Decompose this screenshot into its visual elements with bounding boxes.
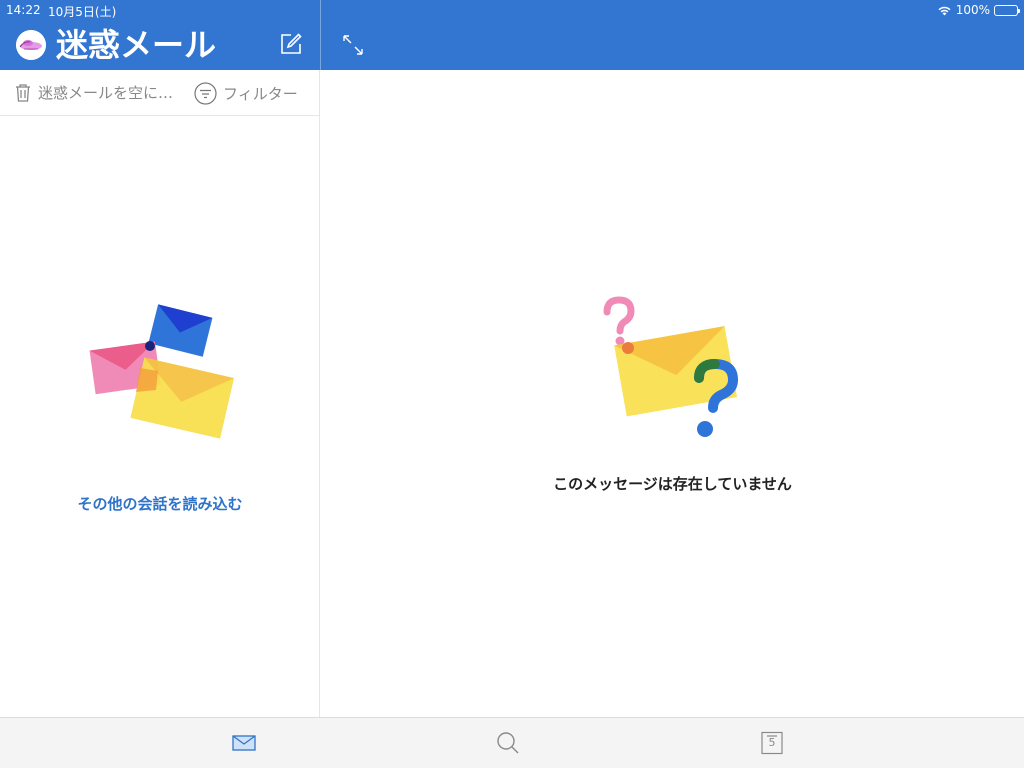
tab-bar: 5	[0, 717, 1024, 768]
compose-icon[interactable]	[279, 32, 303, 56]
expand-icon[interactable]	[341, 33, 365, 57]
filter-button[interactable]: フィルター	[194, 82, 298, 105]
wifi-icon	[938, 6, 951, 15]
search-icon	[497, 732, 519, 754]
status-time: 14:22	[6, 3, 41, 17]
battery-icon	[994, 4, 1020, 16]
status-date: 10月5日(土)	[48, 5, 117, 19]
app-header: 迷惑メール	[0, 20, 1024, 70]
mail-icon	[232, 735, 256, 751]
page-title: 迷惑メール	[56, 26, 217, 64]
status-indicators: 100%	[937, 3, 1020, 17]
tab-calendar[interactable]: 5	[759, 730, 785, 756]
reading-pane: このメッセージは存在していません	[321, 70, 1024, 717]
header-divider	[320, 0, 321, 70]
filter-label: フィルター	[223, 85, 298, 103]
empty-junk-label: 迷惑メールを空に…	[38, 84, 174, 102]
message-list-pane: 迷惑メールを空に… フィルター その他の会話を読み込む	[0, 70, 320, 717]
account-avatar-icon	[16, 30, 46, 60]
tab-mail[interactable]	[231, 730, 257, 756]
empty-message-text: このメッセージは存在していません	[553, 475, 792, 493]
calendar-day-number: 5	[768, 736, 776, 749]
battery-percent: 100%	[955, 3, 990, 17]
envelopes-illustration	[89, 304, 235, 439]
avatar[interactable]	[16, 30, 46, 60]
trash-icon	[16, 83, 30, 102]
missing-message-illustration	[603, 296, 739, 437]
filter-icon	[194, 82, 217, 105]
tab-search[interactable]	[495, 730, 521, 756]
list-toolbar: 迷惑メールを空に… フィルター	[0, 70, 320, 116]
empty-junk-button[interactable]: 迷惑メールを空に…	[14, 82, 173, 103]
status-bar: 14:22 10月5日(土) 100%	[0, 0, 1024, 20]
load-more-link[interactable]: その他の会話を読み込む	[0, 493, 320, 514]
